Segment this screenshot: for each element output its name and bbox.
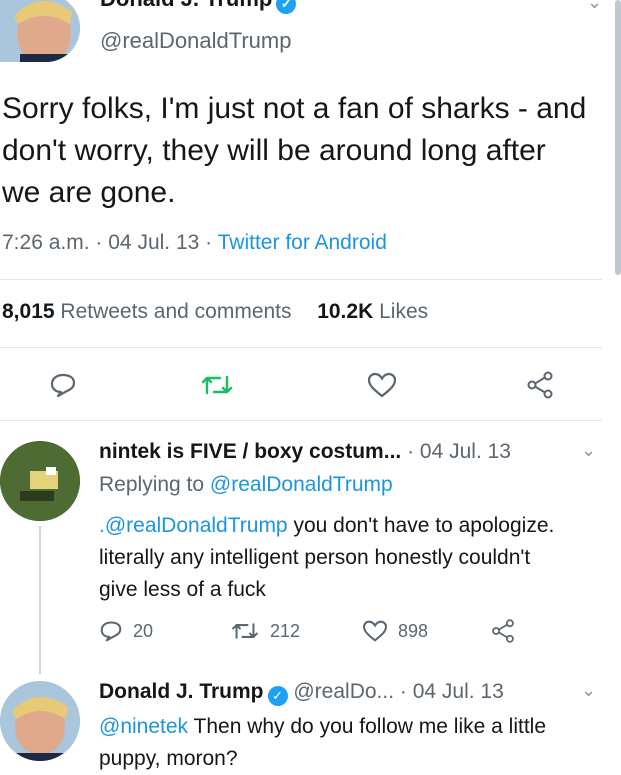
reply-button[interactable] [49, 372, 77, 398]
share-button[interactable] [525, 370, 555, 400]
reply-reply-button[interactable]: 20 [99, 620, 153, 642]
author-display-name[interactable]: Donald J. Trump✓ [100, 0, 297, 14]
reply-avatar[interactable] [0, 441, 80, 521]
likes-stat[interactable]: 10.2K Likes [317, 300, 428, 323]
chevron-down-icon[interactable]: ⌄ [581, 440, 596, 461]
share-icon [527, 371, 553, 399]
like-button[interactable] [367, 372, 397, 398]
reply-share-button[interactable] [490, 618, 516, 649]
retweet-icon [232, 623, 258, 639]
tweet-stats: 8,015 Retweets and comments 10.2K Likes [2, 300, 428, 324]
reply-icon [100, 621, 122, 642]
verified-badge-icon: ✓ [276, 0, 297, 14]
reply-text: .@realDonaldTrump you don't have to apol… [99, 514, 555, 601]
retweet-count: 212 [270, 620, 301, 641]
tweet-date: 04 Jul. 13 [108, 231, 200, 254]
reply-date: · 04 Jul. 13 [399, 680, 504, 703]
retweet-button[interactable] [200, 372, 234, 398]
reply-display-name[interactable]: nintek is FIVE / boxy costum... [99, 440, 401, 463]
reply-like-button[interactable]: 898 [362, 620, 428, 642]
reply-retweet-button[interactable]: 212 [230, 620, 300, 642]
reply-header: nintek is FIVE / boxy costum... · 04 Jul… [99, 440, 511, 464]
tweet-time: 7:26 a.m. [2, 231, 90, 254]
share-icon [492, 619, 514, 643]
reply-date: · 04 Jul. 13 [407, 440, 511, 463]
author-handle[interactable]: @realDonaldTrump [100, 28, 291, 54]
chevron-down-icon[interactable]: ⌄ [581, 680, 596, 701]
reply-count: 20 [133, 620, 154, 641]
heart-icon [367, 372, 397, 398]
chevron-down-icon[interactable]: ⌄ [587, 0, 602, 13]
retweet-icon [201, 375, 233, 395]
tweet-meta: 7:26 a.m. · 04 Jul. 13 · Twitter for And… [2, 231, 387, 254]
reply-handle[interactable]: @realDo... [293, 680, 394, 703]
reply-display-name[interactable]: Donald J. Trump [99, 680, 264, 703]
reply-avatar[interactable] [0, 681, 80, 761]
replying-to: Replying to @realDonaldTrump [99, 473, 393, 496]
heart-icon [362, 620, 388, 642]
replying-to-link[interactable]: @realDonaldTrump [210, 473, 393, 496]
reply-icon [50, 373, 76, 398]
verified-badge-icon: ✓ [267, 686, 288, 706]
author-avatar[interactable] [0, 0, 80, 62]
reply-mention-link[interactable]: @ninetek [99, 715, 188, 738]
thread-line [39, 526, 41, 674]
reply-header: Donald J. Trump ✓ @realDo... · 04 Jul. 13 [99, 680, 504, 706]
tweet-text: Sorry folks, I'm just not a fan of shark… [2, 92, 587, 209]
tweet-source-link[interactable]: Twitter for Android [218, 231, 387, 254]
reply-text: @ninetek Then why do you follow me like … [99, 715, 547, 770]
reply-mention-link[interactable]: .@realDonaldTrump [99, 514, 288, 537]
like-count: 898 [398, 620, 429, 641]
scrollbar[interactable] [615, 0, 621, 275]
retweets-stat[interactable]: 8,015 Retweets and comments [2, 300, 292, 323]
